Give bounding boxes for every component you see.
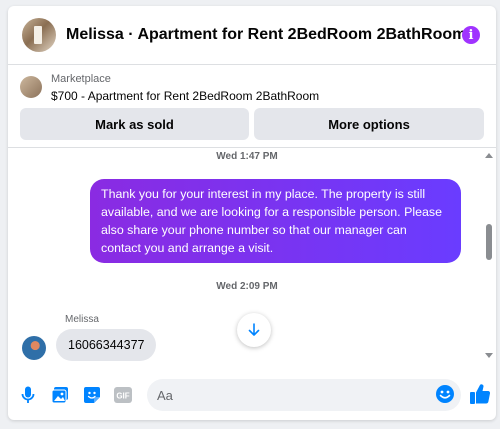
gif-label: GIF [116, 392, 129, 401]
sticker-icon[interactable] [81, 384, 103, 406]
avatar[interactable] [22, 18, 56, 52]
emoji-icon[interactable] [435, 384, 455, 404]
message-input[interactable] [147, 379, 461, 411]
marketplace-label: Marketplace [51, 73, 111, 85]
timestamp: Wed 1:47 PM [216, 151, 278, 162]
scrollbar-thumb[interactable] [486, 224, 492, 260]
microphone-icon[interactable] [17, 384, 39, 406]
listing-title[interactable]: $700 - Apartment for Rent 2BedRoom 2Bath… [51, 89, 319, 103]
incoming-message[interactable]: 16066344377 [56, 329, 157, 361]
outgoing-message[interactable]: Thank you for your interest in my place.… [90, 179, 461, 263]
scrollbar-down-arrow[interactable] [485, 353, 493, 358]
gif-icon[interactable]: GIF [112, 384, 134, 406]
divider [8, 147, 496, 148]
thumbs-up-icon[interactable] [469, 383, 491, 405]
mark-as-sold-button[interactable]: Mark as sold [20, 108, 249, 140]
photo-icon[interactable] [49, 384, 71, 406]
listing-thumbnail[interactable] [20, 76, 42, 98]
timestamp: Wed 2:09 PM [216, 281, 278, 292]
page-title[interactable]: Melissa · Apartment for Rent 2BedRoom 2B… [66, 26, 466, 44]
scroll-to-bottom-button[interactable] [237, 313, 271, 347]
message-composer: GIF [8, 370, 496, 420]
scrollbar-up-arrow[interactable] [485, 153, 493, 158]
info-icon[interactable]: i [462, 26, 480, 44]
sender-name: Melissa [65, 314, 99, 325]
chat-window: Melissa · Apartment for Rent 2BedRoom 2B… [8, 6, 496, 420]
chat-header: Melissa · Apartment for Rent 2BedRoom 2B… [8, 6, 496, 65]
arrow-down-icon [248, 323, 260, 336]
more-options-button[interactable]: More options [254, 108, 484, 140]
sender-avatar[interactable] [22, 336, 46, 360]
